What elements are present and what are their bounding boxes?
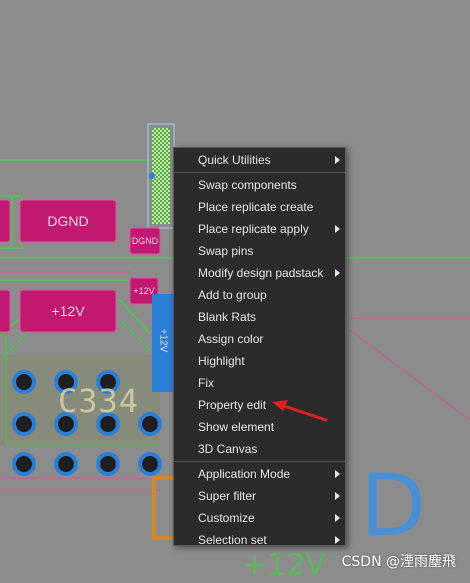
menu-item-label: Modify design padstack <box>198 266 324 280</box>
menu-separator <box>174 172 345 173</box>
menu-item-label: Property edit <box>198 398 267 412</box>
menu-item-label: Customize <box>198 511 255 525</box>
menu-item-application-mode[interactable]: Application Mode <box>174 463 345 485</box>
menu-item-label: Super filter <box>198 489 257 503</box>
menu-item-label: 3D Canvas <box>198 442 258 456</box>
submenu-arrow-icon <box>335 156 340 164</box>
menu-item-assign-color[interactable]: Assign color <box>174 328 345 350</box>
menu-item-selection-set[interactable]: Selection set <box>174 529 345 551</box>
submenu-arrow-icon <box>335 225 340 233</box>
menu-item-blank-rats[interactable]: Blank Rats <box>174 306 345 328</box>
menu-separator <box>174 461 345 462</box>
menu-item-label: Place replicate create <box>198 200 314 214</box>
submenu-arrow-icon <box>335 269 340 277</box>
menu-section-utilities: Quick Utilities <box>174 149 345 171</box>
menu-item-label: Place replicate apply <box>198 222 309 236</box>
menu-item-highlight[interactable]: Highlight <box>174 350 345 372</box>
menu-item-swap-components[interactable]: Swap components <box>174 174 345 196</box>
menu-item-label: Application Mode <box>198 467 291 481</box>
ghost-text-12v: +12V <box>242 548 326 583</box>
menu-item-label: Blank Rats <box>198 310 257 324</box>
menu-item-label: Quick Utilities <box>198 153 271 167</box>
menu-item-label: Highlight <box>198 354 245 368</box>
submenu-arrow-icon <box>335 536 340 544</box>
menu-item-property-edit[interactable]: Property edit <box>174 394 345 416</box>
menu-item-super-filter[interactable]: Super filter <box>174 485 345 507</box>
menu-item-quick-utilities[interactable]: Quick Utilities <box>174 149 345 171</box>
menu-item-show-element[interactable]: Show element <box>174 416 345 438</box>
menu-item-label: Assign color <box>198 332 264 346</box>
menu-item-label: Show element <box>198 420 275 434</box>
submenu-arrow-icon <box>335 470 340 478</box>
menu-item-place-replicate-create[interactable]: Place replicate create <box>174 196 345 218</box>
watermark: CSDN @湮雨塵飛 <box>341 554 456 570</box>
menu-item-label: Swap pins <box>198 244 254 258</box>
menu-item-label: Selection set <box>198 533 267 547</box>
ghost-text-d: D <box>360 456 427 556</box>
menu-section-modes: Application Mode Super filter Customize … <box>174 463 345 551</box>
menu-item-customize[interactable]: Customize <box>174 507 345 529</box>
submenu-arrow-icon <box>335 492 340 500</box>
menu-item-3d-canvas[interactable]: 3D Canvas <box>174 438 345 460</box>
menu-item-fix[interactable]: Fix <box>174 372 345 394</box>
silkscreen-ref: C334 <box>58 382 140 420</box>
menu-item-modify-design-padstack[interactable]: Modify design padstack <box>174 262 345 284</box>
menu-item-label: Add to group <box>198 288 267 302</box>
menu-section-actions: Swap components Place replicate create P… <box>174 174 345 460</box>
blue-pad[interactable] <box>152 294 174 392</box>
menu-item-swap-pins[interactable]: Swap pins <box>174 240 345 262</box>
menu-item-label: Swap components <box>198 178 297 192</box>
menu-item-place-replicate-apply[interactable]: Place replicate apply <box>174 218 345 240</box>
context-menu: Quick Utilities Swap components Place re… <box>173 147 346 547</box>
submenu-arrow-icon <box>335 514 340 522</box>
menu-item-add-to-group[interactable]: Add to group <box>174 284 345 306</box>
menu-item-label: Fix <box>198 376 214 390</box>
